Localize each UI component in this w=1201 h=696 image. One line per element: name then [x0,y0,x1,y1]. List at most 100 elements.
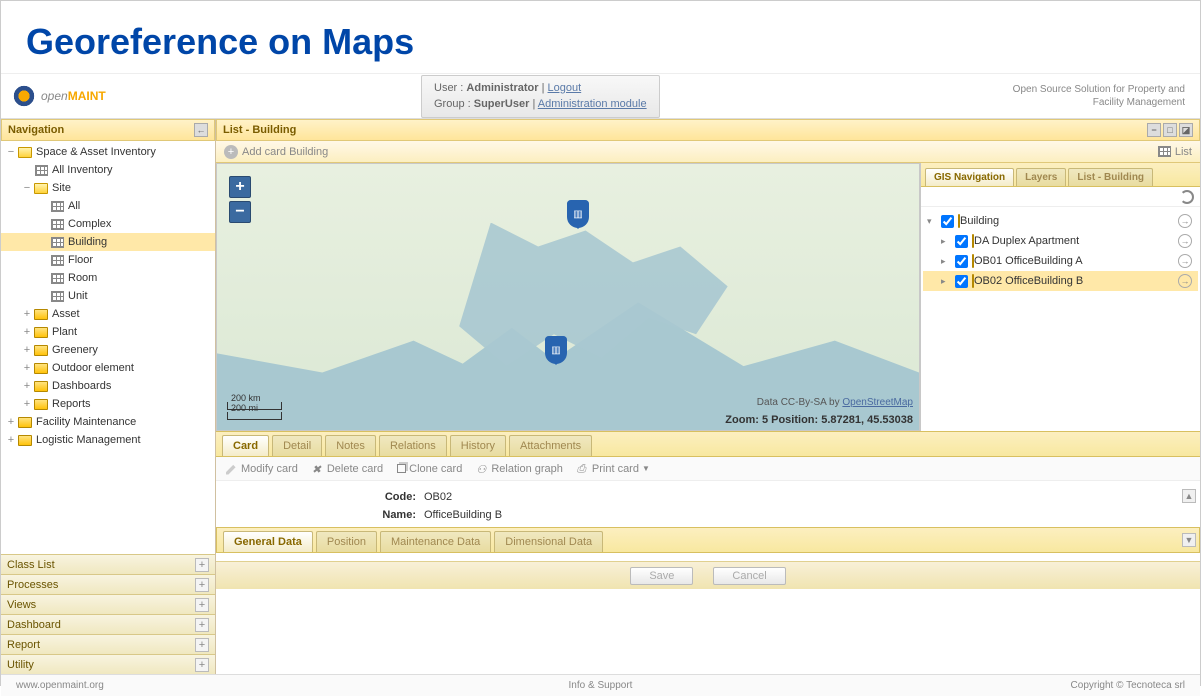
detail-tab[interactable]: History [450,435,506,456]
zoom-in-button[interactable]: + [229,176,251,198]
logout-link[interactable]: Logout [548,82,582,94]
save-bar: Save Cancel [216,561,1200,589]
gis-tree-node[interactable]: ▸OB02 OfficeBuilding B→ [923,271,1198,291]
modify-card-button[interactable]: Modify card [226,463,298,475]
goto-icon[interactable]: → [1178,214,1192,228]
zoom-out-button[interactable]: − [229,201,251,223]
save-button[interactable]: Save [630,567,693,585]
tree-node[interactable]: Unit [1,287,215,305]
accordion-item[interactable]: Dashboard+ [1,614,215,634]
map-marker[interactable]: ▥ [567,200,589,228]
name-label: Name: [236,509,416,521]
restore-icon[interactable]: ◪ [1179,123,1193,137]
user-info-box: User : Administrator | Logout Group : Su… [421,75,660,118]
tree-node[interactable]: +Dashboards [1,377,215,395]
accordion-item[interactable]: Report+ [1,634,215,654]
print-card-button[interactable]: ⎙Print card ▼ [577,463,650,475]
osm-link[interactable]: OpenStreetMap [842,397,913,408]
tree-node[interactable]: Floor [1,251,215,269]
add-icon[interactable]: + [224,145,238,159]
collapse-sidebar-icon[interactable]: ← [194,123,208,137]
sidebar: Navigation ← −Space & Asset InventoryAll… [1,119,216,674]
maximize-icon[interactable]: □ [1163,123,1177,137]
admin-module-link[interactable]: Administration module [538,98,647,110]
clone-card-button[interactable]: Clone card [397,463,462,475]
logo-icon [11,83,37,109]
map-scale: 200 km 200 mi [227,402,282,422]
map-zoom-controls: + − [229,176,251,226]
map[interactable]: + − ▥ ▥ 200 km 200 mi Data CC-By-SA by O… [216,163,920,431]
minimize-icon[interactable]: − [1147,123,1161,137]
tree-node[interactable]: All Inventory [1,161,215,179]
tree-node[interactable]: Complex [1,215,215,233]
detail-tab[interactable]: Notes [325,435,376,456]
scroll-down-icon[interactable]: ▼ [1182,533,1196,547]
page-header: Georeference on Maps [1,1,1200,74]
list-header: List - Building − □ ◪ [216,119,1200,141]
detail-tab[interactable]: Card [222,435,269,456]
code-value: OB02 [424,491,452,503]
refresh-icon[interactable] [1180,190,1194,204]
page-title: Georeference on Maps [26,21,1200,63]
gis-tree-node[interactable]: ▸OB01 OfficeBuilding A→ [923,251,1198,271]
grid-view-icon[interactable] [1158,146,1171,157]
footer: www.openmaint.org Info & Support Copyrig… [1,674,1200,696]
gis-checkbox[interactable] [955,275,968,288]
tree-node[interactable]: +Plant [1,323,215,341]
detail-tabs: CardDetailNotesRelationsHistoryAttachmen… [216,431,1200,457]
accordion-item[interactable]: Processes+ [1,574,215,594]
subtab[interactable]: Maintenance Data [380,531,491,552]
tree-node[interactable]: −Space & Asset Inventory [1,143,215,161]
tree-node[interactable]: +Reports [1,395,215,413]
gis-tab[interactable]: List - Building [1068,168,1153,186]
code-label: Code: [236,491,416,503]
tagline: Open Source Solution for Property andFac… [1013,83,1200,109]
cancel-button[interactable]: Cancel [713,567,785,585]
tree-node[interactable]: +Asset [1,305,215,323]
navigation-tree: −Space & Asset InventoryAll Inventory−Si… [1,141,215,554]
gis-tabs: GIS NavigationLayersList - Building [921,163,1200,187]
user-group: SuperUser [474,98,530,110]
detail-tab[interactable]: Detail [272,435,322,456]
goto-icon[interactable]: → [1178,254,1192,268]
card-body: ▲ ▼ Code: OB02 Name: OfficeBuilding B Gener… [216,481,1200,561]
gis-checkbox[interactable] [941,215,954,228]
name-value: OfficeBuilding B [424,509,502,521]
map-marker[interactable]: ▥ [545,336,567,364]
delete-card-button[interactable]: ✖Delete card [312,463,383,475]
tree-node[interactable]: Room [1,269,215,287]
map-attribution: Data CC-By-SA by OpenStreetMap [757,397,913,408]
subtab[interactable]: General Data [223,531,313,552]
tree-node[interactable]: +Facility Maintenance [1,413,215,431]
accordion-item[interactable]: Utility+ [1,654,215,674]
tree-node[interactable]: −Site [1,179,215,197]
goto-icon[interactable]: → [1178,234,1192,248]
tree-node[interactable]: Building [1,233,215,251]
tree-node[interactable]: +Outdoor element [1,359,215,377]
gis-tree-node[interactable]: ▸DA Duplex Apartment→ [923,231,1198,251]
detail-tab[interactable]: Attachments [509,435,592,456]
tree-node[interactable]: All [1,197,215,215]
subtab[interactable]: Position [316,531,377,552]
list-toolbar: + Add card Building List [216,141,1200,163]
navigation-header: Navigation ← [1,119,215,141]
gis-panel: GIS NavigationLayersList - Building ▾Bui… [920,163,1200,431]
accordion-item[interactable]: Views+ [1,594,215,614]
gis-checkbox[interactable] [955,235,968,248]
gis-tab[interactable]: GIS Navigation [925,168,1014,186]
gis-checkbox[interactable] [955,255,968,268]
gis-tab[interactable]: Layers [1016,168,1066,186]
tree-node[interactable]: +Logistic Management [1,431,215,449]
top-bar: openMAINT User : Administrator | Logout … [1,74,1200,119]
relation-graph-button[interactable]: ⚇Relation graph [476,463,563,475]
gis-tree: ▾Building→▸DA Duplex Apartment→▸OB01 Off… [921,207,1200,431]
gis-tree-node[interactable]: ▾Building→ [923,211,1198,231]
scroll-up-icon[interactable]: ▲ [1182,489,1196,503]
goto-icon[interactable]: → [1178,274,1192,288]
subtab[interactable]: Dimensional Data [494,531,603,552]
list-view-button[interactable]: List [1175,146,1192,158]
tree-node[interactable]: +Greenery [1,341,215,359]
detail-tab[interactable]: Relations [379,435,447,456]
accordion-item[interactable]: Class List+ [1,554,215,574]
add-card-button[interactable]: Add card Building [242,146,328,158]
